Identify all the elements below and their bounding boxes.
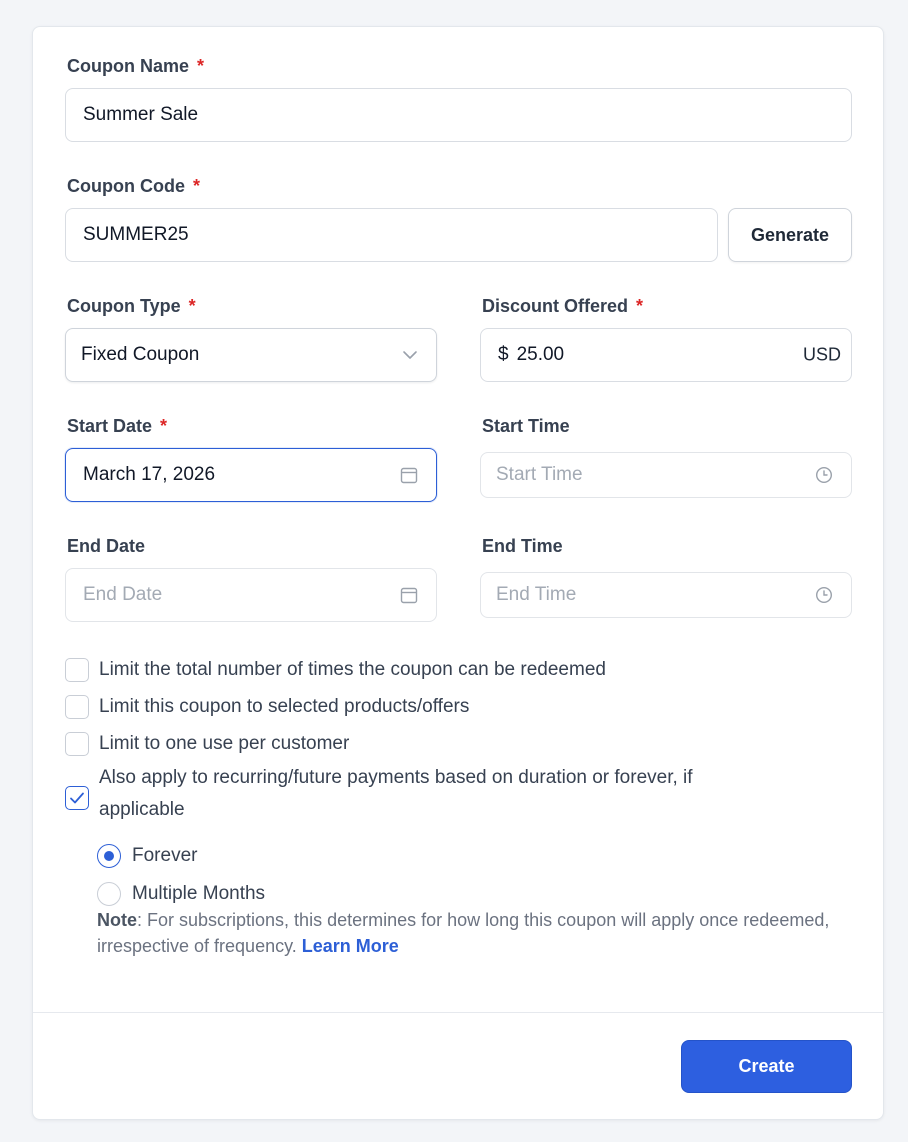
option-label: Limit this coupon to selected products/o… bbox=[99, 696, 470, 717]
start-time-picker[interactable]: Start Time bbox=[480, 452, 852, 498]
required-mark: * bbox=[188, 296, 196, 316]
option-label: Limit to one use per customer bbox=[99, 733, 350, 754]
clock-icon bbox=[815, 466, 833, 484]
end-date-placeholder: End Date bbox=[83, 584, 163, 605]
checkmark-icon bbox=[70, 792, 84, 804]
clock-icon bbox=[815, 586, 833, 604]
note-text: : For subscriptions, this determines for… bbox=[97, 910, 830, 956]
coupon-type-value: Fixed Coupon bbox=[81, 344, 200, 365]
generate-code-button[interactable]: Generate bbox=[728, 208, 852, 262]
end-time-placeholder: End Time bbox=[496, 584, 577, 605]
currency-prefix: $ bbox=[498, 344, 509, 365]
limit-products-option[interactable]: Limit this coupon to selected products/o… bbox=[65, 695, 469, 723]
end-date-picker[interactable]: End Date bbox=[65, 568, 437, 622]
required-mark: * bbox=[197, 56, 205, 76]
coupon-name-label: Coupon Name * bbox=[67, 56, 205, 76]
radio-label: Forever bbox=[132, 845, 198, 866]
one-use-per-customer-checkbox[interactable] bbox=[65, 732, 89, 756]
required-mark: * bbox=[160, 416, 168, 436]
discount-input[interactable]: $ 25.00 USD bbox=[480, 328, 852, 382]
start-time-label: Start Time bbox=[482, 416, 570, 436]
start-date-label: Start Date * bbox=[67, 416, 168, 436]
duration-multiple-months-option[interactable]: Multiple Months bbox=[97, 882, 265, 906]
start-date-value: March 17, 2026 bbox=[83, 464, 216, 485]
required-mark: * bbox=[636, 296, 644, 316]
end-time-label: End Time bbox=[482, 536, 563, 556]
end-date-label: End Date bbox=[67, 536, 146, 556]
note-title: Note bbox=[97, 910, 137, 930]
forever-radio[interactable] bbox=[97, 844, 121, 868]
coupon-name-input[interactable]: Summer Sale bbox=[65, 88, 852, 142]
option-label: Also apply to recurring/future payments … bbox=[99, 767, 693, 820]
create-button[interactable]: Create bbox=[681, 1040, 852, 1093]
discount-value: 25.00 bbox=[516, 344, 565, 365]
coupon-code-label: Coupon Code * bbox=[67, 176, 200, 196]
coupon-type-label: Coupon Type * bbox=[67, 296, 196, 316]
coupon-code-value: SUMMER25 bbox=[83, 224, 189, 245]
apply-recurring-option[interactable]: Also apply to recurring/future payments … bbox=[65, 767, 765, 826]
learn-more-link[interactable]: Learn More bbox=[302, 936, 399, 956]
one-use-per-customer-option[interactable]: Limit to one use per customer bbox=[65, 732, 349, 760]
discount-label: Discount Offered * bbox=[482, 296, 644, 316]
required-mark: * bbox=[192, 176, 200, 196]
coupon-code-input[interactable]: SUMMER25 bbox=[65, 208, 718, 262]
create-coupon-card: Coupon Name * Summer Sale Coupon Code * SU… bbox=[32, 26, 884, 1120]
currency-suffix: USD bbox=[802, 344, 841, 365]
option-label: Limit the total number of times the coup… bbox=[99, 659, 606, 680]
coupon-type-select[interactable]: Fixed Coupon bbox=[65, 328, 437, 382]
radio-dot bbox=[104, 851, 114, 861]
calendar-icon[interactable] bbox=[400, 466, 418, 484]
calendar-icon[interactable] bbox=[400, 586, 418, 604]
start-date-picker[interactable]: March 17, 2026 bbox=[65, 448, 437, 502]
limit-total-redemptions-option[interactable]: Limit the total number of times the coup… bbox=[65, 658, 606, 686]
end-time-picker[interactable]: End Time bbox=[480, 572, 852, 618]
multiple-months-radio[interactable] bbox=[97, 882, 121, 906]
start-time-placeholder: Start Time bbox=[496, 464, 583, 485]
footer-divider bbox=[33, 1012, 883, 1013]
radio-label: Multiple Months bbox=[132, 883, 266, 904]
limit-total-redemptions-checkbox[interactable] bbox=[65, 658, 89, 682]
chevron-down-icon bbox=[402, 350, 418, 360]
apply-recurring-checkbox[interactable] bbox=[65, 786, 89, 810]
duration-forever-option[interactable]: Forever bbox=[97, 844, 197, 868]
subscription-note: Note: For subscriptions, this determines… bbox=[97, 907, 837, 959]
limit-products-checkbox[interactable] bbox=[65, 695, 89, 719]
coupon-name-value: Summer Sale bbox=[83, 104, 199, 125]
